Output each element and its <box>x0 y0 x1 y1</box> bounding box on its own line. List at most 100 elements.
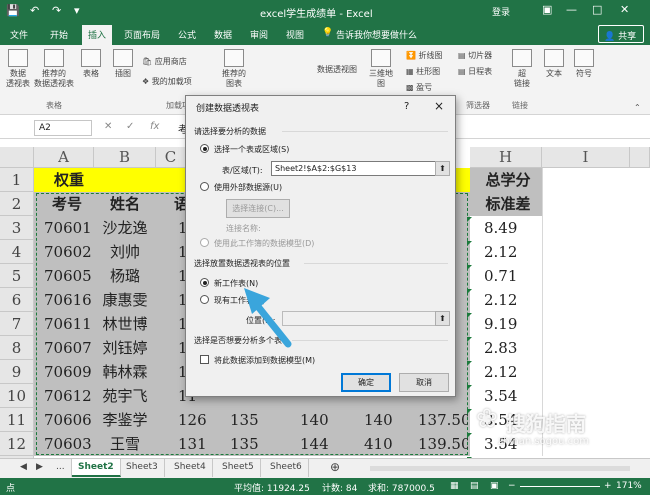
name-box[interactable]: A2 <box>34 120 92 136</box>
more-sheets-icon[interactable]: ... <box>50 459 72 477</box>
maximize-icon[interactable]: □ <box>592 3 602 16</box>
cell-score[interactable]: 139.50 <box>418 432 468 456</box>
my-addins-button[interactable]: ❖ 我的加载项 <box>142 77 192 87</box>
cell-exam-id[interactable]: 70605 <box>44 264 94 288</box>
add-to-data-model-checkbox[interactable] <box>200 355 209 364</box>
cell-student-name[interactable]: 康惠雯 <box>94 288 156 312</box>
zoom-level[interactable]: 171% <box>616 481 642 491</box>
cell-student-name[interactable]: 王雪 <box>94 432 156 456</box>
3d-map-button[interactable]: 三维地 图 <box>366 49 396 89</box>
row-header[interactable]: 12 <box>0 432 34 456</box>
cell-name-header[interactable]: 姓名 <box>94 192 156 216</box>
zoom-slider[interactable] <box>520 486 600 487</box>
cell-std-dev[interactable]: 0.71 <box>484 264 542 288</box>
cell-student-name[interactable]: 韩林霖 <box>94 360 156 384</box>
cell-total-credit-header[interactable]: 总学分 <box>474 168 542 192</box>
page-layout-view-icon[interactable]: ▤ <box>470 481 479 491</box>
zoom-in-icon[interactable]: + <box>604 481 612 491</box>
radio-external-source[interactable] <box>200 182 209 191</box>
cell-score[interactable]: 140 <box>300 408 350 432</box>
recommended-pivot-button[interactable]: 推荐的 数据透视表 <box>34 49 74 89</box>
undo-icon[interactable]: ↶ <box>30 4 39 17</box>
radio-select-table[interactable] <box>200 144 209 153</box>
cell-exam-id[interactable]: 70612 <box>44 384 94 408</box>
cell-exam-id[interactable]: 70607 <box>44 336 94 360</box>
row-header[interactable]: 7 <box>0 312 34 336</box>
radio-new-worksheet[interactable] <box>200 278 209 287</box>
recommended-charts-button[interactable]: 推荐的 图表 <box>218 49 250 89</box>
zoom-out-icon[interactable]: − <box>508 481 516 491</box>
tab-data[interactable]: 数据 <box>214 28 232 41</box>
row-header[interactable]: 1 <box>0 168 34 192</box>
cell-std-dev[interactable]: 8.49 <box>484 216 542 240</box>
cell-chinese-score[interactable]: 126 <box>178 408 218 432</box>
cell-std-dev[interactable]: 2.12 <box>484 288 542 312</box>
sheet-tab-sheet6[interactable]: Sheet6 <box>264 459 309 477</box>
column-header-a[interactable]: A <box>34 147 94 168</box>
tab-page-layout[interactable]: 页面布局 <box>124 28 160 41</box>
cell-student-name[interactable]: 刘钰婷 <box>94 336 156 360</box>
range-picker-button[interactable]: ⬆ <box>435 161 450 176</box>
cell-std-dev[interactable]: 9.19 <box>484 312 542 336</box>
tab-insert[interactable]: 插入 <box>82 25 113 45</box>
table-button[interactable]: 表格 <box>78 49 104 79</box>
cell-weight-label[interactable]: 权重 <box>54 168 114 192</box>
cell-exam-id[interactable]: 70606 <box>44 408 94 432</box>
cell-chinese-score[interactable]: 131 <box>178 432 218 456</box>
save-icon[interactable]: 💾 <box>6 4 20 17</box>
column-header-j[interactable] <box>630 147 650 168</box>
slicer-button[interactable]: ▤ 切片器 <box>458 51 492 61</box>
row-header[interactable]: 11 <box>0 408 34 432</box>
app-store-button[interactable]: 🛍 应用商店 <box>142 57 187 67</box>
cell-std-dev[interactable]: 2.83 <box>484 336 542 360</box>
row-header[interactable]: 4 <box>0 240 34 264</box>
tab-home[interactable]: 开始 <box>50 28 68 41</box>
cell-student-name[interactable]: 苑宇飞 <box>94 384 156 408</box>
timeline-button[interactable]: ▤ 日程表 <box>458 67 492 77</box>
cell-exam-id[interactable]: 70616 <box>44 288 94 312</box>
collapse-ribbon-icon[interactable]: ⌃ <box>634 103 641 113</box>
confirm-formula-icon[interactable]: ✓ <box>126 121 134 132</box>
cell-score[interactable]: 144 <box>300 432 350 456</box>
cancel-button[interactable]: 取消 <box>399 373 449 392</box>
select-all-corner[interactable] <box>0 147 34 168</box>
horizontal-scrollbar[interactable] <box>370 466 630 471</box>
ribbon-display-icon[interactable]: ▣ <box>542 3 552 16</box>
column-header-h[interactable]: H <box>470 147 542 168</box>
tab-formulas[interactable]: 公式 <box>178 28 196 41</box>
cell-score[interactable]: 137.50 <box>418 408 468 432</box>
radio-data-model[interactable] <box>200 238 209 247</box>
sheet-tab-sheet4[interactable]: Sheet4 <box>168 459 213 477</box>
share-button[interactable]: 👤 共享 <box>598 25 644 43</box>
tab-file[interactable]: 文件 <box>10 28 28 41</box>
cell-std-dev[interactable]: 2.12 <box>484 360 542 384</box>
sheet-tab-sheet3[interactable]: Sheet3 <box>120 459 165 477</box>
sheet-tab-sheet5[interactable]: Sheet5 <box>216 459 261 477</box>
tell-me-search[interactable]: 告诉我你想要做什么 <box>336 28 417 41</box>
cell-student-name[interactable]: 林世博 <box>94 312 156 336</box>
add-sheet-icon[interactable]: ⊕ <box>324 457 346 475</box>
normal-view-icon[interactable]: ▦ <box>450 481 459 491</box>
row-header[interactable]: 8 <box>0 336 34 360</box>
cell-exam-id[interactable]: 70603 <box>44 432 94 456</box>
choose-connection-button[interactable]: 选择连接(C)... <box>226 199 290 218</box>
close-dialog-button[interactable]: × <box>434 99 444 113</box>
cell-exam-id[interactable]: 70602 <box>44 240 94 264</box>
row-header[interactable]: 10 <box>0 384 34 408</box>
column-header-i[interactable]: I <box>542 147 630 168</box>
cell-exam-id-header[interactable]: 考号 <box>40 192 94 216</box>
row-header[interactable]: 5 <box>0 264 34 288</box>
login-link[interactable]: 登录 <box>492 5 510 18</box>
column-header-b[interactable]: B <box>94 147 156 168</box>
cell-exam-id[interactable]: 70601 <box>44 216 94 240</box>
sparkline-line-button[interactable]: ⏬ 折线图 <box>406 51 443 61</box>
next-sheet-icon[interactable]: ▶ <box>30 459 49 477</box>
illustrations-button[interactable]: 插图 <box>110 49 136 79</box>
close-window-icon[interactable]: ✕ <box>620 3 629 16</box>
sparkline-column-button[interactable]: ▦ 柱形图 <box>406 67 440 77</box>
cell-student-name[interactable]: 沙龙逸 <box>94 216 156 240</box>
row-header[interactable]: 3 <box>0 216 34 240</box>
help-button[interactable]: ? <box>404 101 409 112</box>
insert-function-icon[interactable]: fx <box>150 121 159 132</box>
ok-button[interactable]: 确定 <box>341 373 391 392</box>
